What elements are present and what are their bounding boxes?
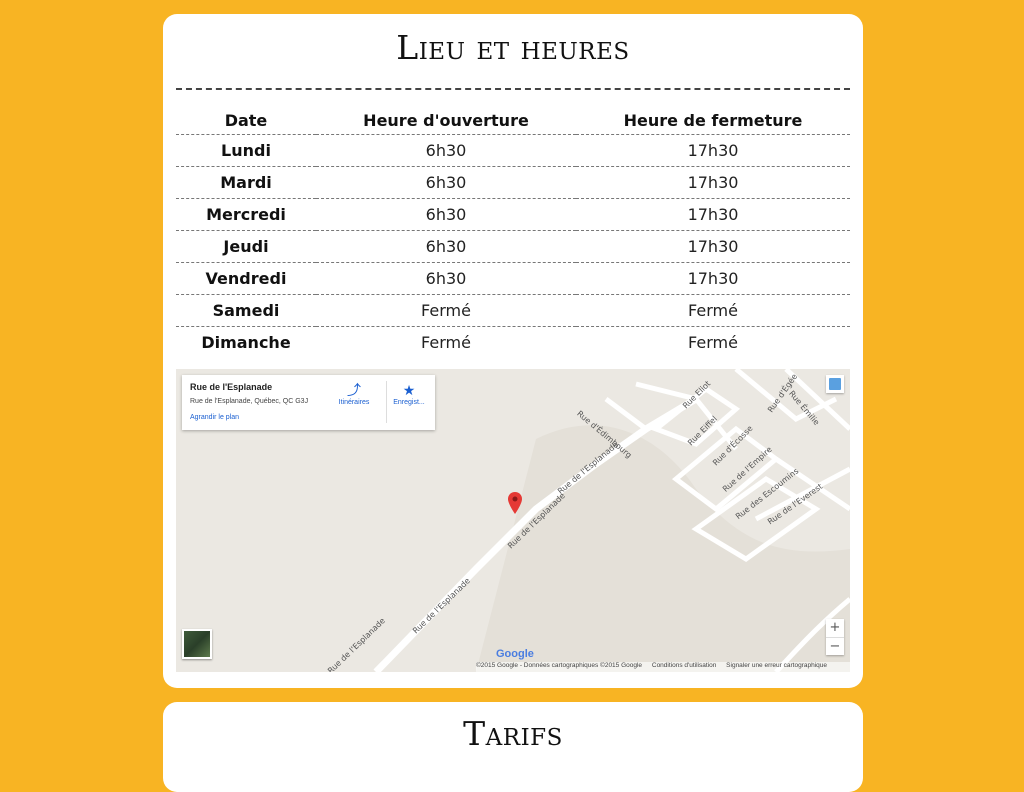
- day-cell: Lundi: [176, 134, 316, 167]
- day-cell: Vendredi: [176, 262, 316, 295]
- table-row: Samedi Fermé Fermé: [176, 294, 850, 327]
- table-row: Mercredi 6h30 17h30: [176, 198, 850, 231]
- street-view-pegman-icon[interactable]: [826, 375, 844, 393]
- close-time-cell: 17h30: [576, 134, 850, 167]
- directions-button[interactable]: ⤴ Itinéraires: [332, 381, 376, 423]
- column-header-close: Heure de fermeture: [623, 110, 803, 130]
- zoom-out-button[interactable]: −: [826, 637, 844, 656]
- day-cell: Jeudi: [176, 230, 316, 263]
- star-icon: ★: [402, 382, 416, 398]
- day-cell: Dimanche: [176, 326, 316, 358]
- place-name: Rue de l'Esplanade: [190, 382, 273, 392]
- map-info-card: Rue de l'Esplanade Rue de l'Esplanade, Q…: [182, 375, 435, 430]
- google-logo: Google: [496, 648, 534, 660]
- map-copyright: ©2015 Google - Données cartographiques ©…: [476, 662, 643, 669]
- open-time-cell: 6h30: [316, 134, 576, 167]
- map-terrain: [476, 425, 850, 672]
- save-label: Enregist...: [393, 399, 425, 406]
- column-header-open: Heure d'ouverture: [363, 110, 529, 130]
- map-footer: ©2015 Google - Données cartographiques ©…: [476, 662, 850, 672]
- table-row: Vendredi 6h30 17h30: [176, 262, 850, 295]
- hours-card: Lieu et heures Date Heure d'ouverture He…: [163, 14, 863, 688]
- directions-label: Itinéraires: [338, 399, 370, 406]
- save-place-button[interactable]: ★ Enregist...: [386, 381, 431, 423]
- table-row: Mardi 6h30 17h30: [176, 166, 850, 199]
- place-address: Rue de l'Esplanade, Québec, QC G3J: [190, 398, 309, 405]
- report-error-link[interactable]: Signaler une erreur cartographique: [726, 662, 827, 669]
- map-embed[interactable]: Rue de l'Esplanade Rue de l'Esplanade Ru…: [176, 369, 850, 672]
- open-time-cell: 6h30: [316, 230, 576, 263]
- open-time-cell: Fermé: [316, 326, 576, 358]
- directions-icon: ⤴: [347, 382, 361, 398]
- tarifs-title: Tarifs: [463, 714, 563, 753]
- table-row: Dimanche Fermé Fermé: [176, 326, 850, 358]
- close-time-cell: 17h30: [576, 262, 850, 295]
- open-time-cell: Fermé: [316, 294, 576, 327]
- hours-title: Lieu et heures: [396, 28, 630, 67]
- column-header-date: Date: [224, 110, 268, 130]
- table-header-row: Date Heure d'ouverture Heure de fermetur…: [176, 106, 850, 135]
- close-time-cell: 17h30: [576, 230, 850, 263]
- day-cell: Samedi: [176, 294, 316, 327]
- terms-link[interactable]: Conditions d'utilisation: [652, 662, 716, 669]
- enlarge-map-link[interactable]: Agrandir le plan: [190, 414, 239, 421]
- close-time-cell: Fermé: [576, 326, 850, 358]
- road-edimbourg: [604, 397, 648, 431]
- open-time-cell: 6h30: [316, 262, 576, 295]
- day-cell: Mercredi: [176, 198, 316, 231]
- title-divider: [176, 88, 850, 90]
- tarifs-card: Tarifs: [163, 702, 863, 792]
- table-row: Lundi 6h30 17h30: [176, 134, 850, 167]
- close-time-cell: 17h30: [576, 198, 850, 231]
- close-time-cell: 17h30: [576, 166, 850, 199]
- day-cell: Mardi: [176, 166, 316, 199]
- zoom-in-button[interactable]: +: [826, 619, 844, 637]
- satellite-toggle-button[interactable]: [182, 629, 212, 659]
- close-time-cell: Fermé: [576, 294, 850, 327]
- open-time-cell: 6h30: [316, 166, 576, 199]
- open-time-cell: 6h30: [316, 198, 576, 231]
- table-row: Jeudi 6h30 17h30: [176, 230, 850, 263]
- zoom-controls: + −: [826, 619, 844, 655]
- hours-table: Date Heure d'ouverture Heure de fermetur…: [176, 106, 850, 358]
